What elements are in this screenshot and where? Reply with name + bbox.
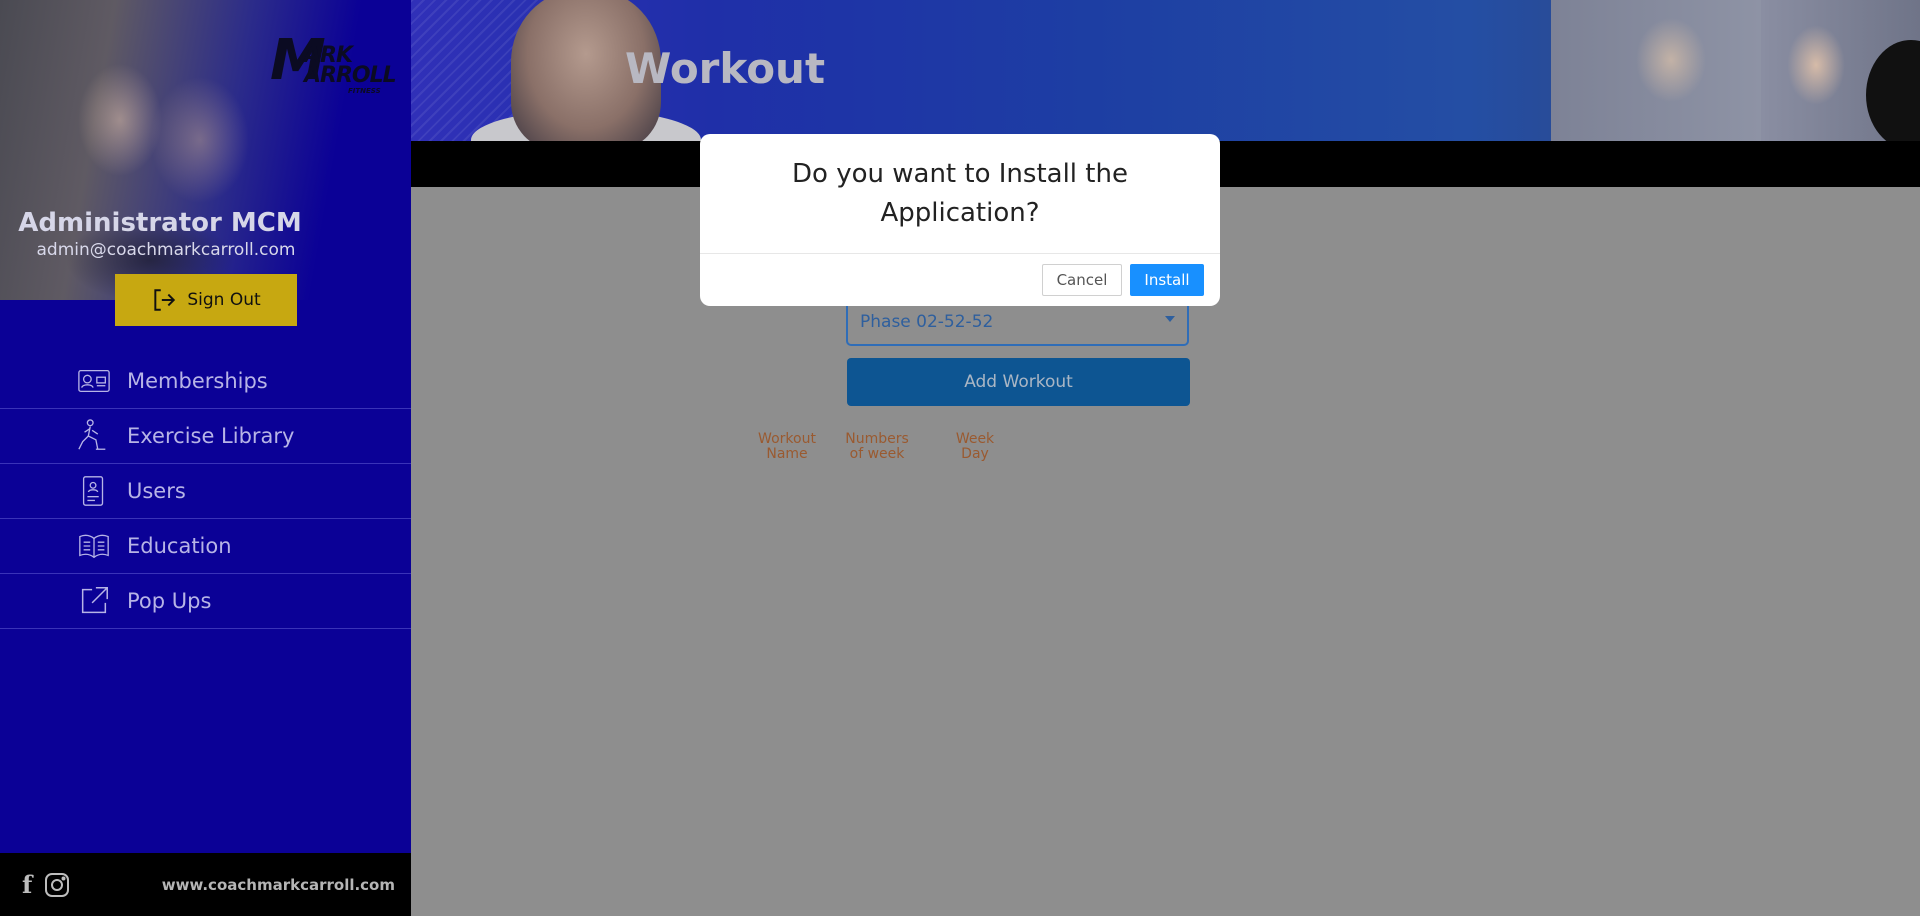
sign-out-label: Sign Out bbox=[187, 290, 261, 310]
page-title: Workout bbox=[625, 44, 826, 93]
install-button[interactable]: Install bbox=[1130, 264, 1204, 296]
sidebar-item-memberships[interactable]: Memberships bbox=[0, 354, 411, 409]
open-book-icon bbox=[74, 528, 114, 564]
sidebar: M ARK ARROLL FITNESS Administrator MCM a… bbox=[0, 0, 411, 916]
external-link-icon bbox=[74, 583, 114, 619]
sidebar-item-label: Exercise Library bbox=[127, 424, 295, 448]
sidebar-item-label: Pop Ups bbox=[127, 589, 212, 613]
dialog-actions: Cancel Install bbox=[1042, 264, 1204, 296]
column-header-numbers-of-week: Numbers of week bbox=[845, 431, 909, 462]
brand-logo: M ARK ARROLL FITNESS bbox=[270, 28, 397, 95]
user-badge-icon bbox=[74, 473, 114, 509]
sign-out-icon bbox=[154, 289, 176, 311]
install-dialog: Do you want to Install the Application? … bbox=[700, 134, 1220, 306]
sidebar-item-users[interactable]: Users bbox=[0, 464, 411, 519]
sidebar-item-exercise-library[interactable]: Exercise Library bbox=[0, 409, 411, 464]
cancel-button[interactable]: Cancel bbox=[1042, 264, 1122, 296]
sidebar-item-label: Memberships bbox=[127, 369, 268, 393]
id-card-icon bbox=[74, 363, 114, 399]
column-header-workout-name: Workout Name bbox=[758, 431, 816, 462]
website-link[interactable]: www.coachmarkcarroll.com bbox=[162, 876, 395, 894]
sidebar-item-education[interactable]: Education bbox=[0, 519, 411, 574]
facebook-icon[interactable]: f bbox=[22, 870, 32, 899]
sign-out-button[interactable]: Sign Out bbox=[115, 274, 297, 326]
chevron-down-icon bbox=[1165, 316, 1175, 322]
header-photo-right bbox=[1551, 0, 1761, 141]
admin-name: Administrator MCM bbox=[18, 208, 302, 238]
add-workout-button[interactable]: Add Workout bbox=[847, 358, 1190, 406]
instagram-icon[interactable] bbox=[44, 872, 70, 898]
sidebar-nav: Memberships Exercise Library Users Educa… bbox=[0, 354, 411, 629]
install-question: Do you want to Install the Application? bbox=[700, 134, 1220, 254]
phase-select-value: Phase 02-52-52 bbox=[860, 312, 994, 332]
admin-email: admin@coachmarkcarroll.com bbox=[36, 240, 296, 260]
exercise-person-icon bbox=[74, 418, 114, 454]
profile-banner: M ARK ARROLL FITNESS Administrator MCM a… bbox=[0, 0, 411, 300]
sidebar-item-pop-ups[interactable]: Pop Ups bbox=[0, 574, 411, 629]
sidebar-item-label: Education bbox=[127, 534, 232, 558]
sidebar-item-label: Users bbox=[127, 479, 186, 503]
column-header-week-day: Week Day bbox=[955, 431, 995, 462]
sidebar-footer: f www.coachmarkcarroll.com bbox=[0, 853, 411, 916]
